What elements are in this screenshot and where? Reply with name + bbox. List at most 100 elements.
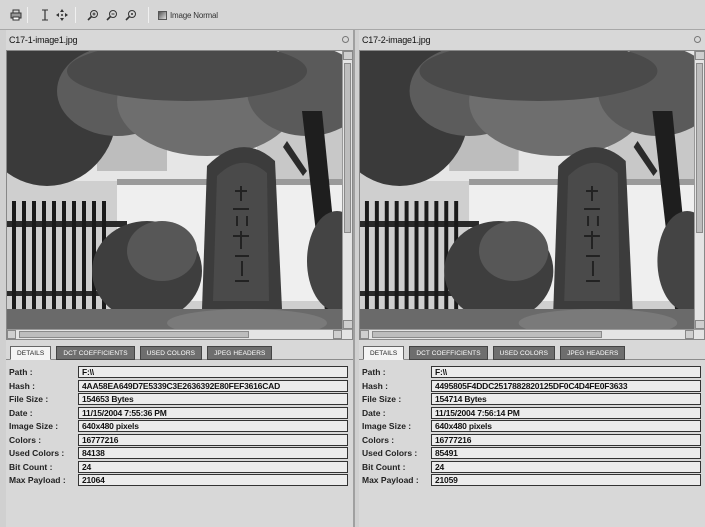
detail-label: Max Payload : — [362, 475, 419, 485]
detail-row-bit-count: Bit Count : 24 — [359, 460, 705, 473]
toolbar: Image Normal — [0, 0, 705, 30]
scroll-left-arrow-icon[interactable] — [360, 330, 369, 339]
left-info-tabs: DETAILS DCT COEFFICIENTS USED COLORS JPE… — [6, 344, 353, 360]
scroll-thumb[interactable] — [344, 63, 351, 233]
scroll-down-arrow-icon[interactable] — [695, 320, 704, 329]
right-horizontal-scrollbar[interactable] — [360, 329, 704, 339]
detail-row-image-size: Image Size : 640x480 pixels — [6, 420, 353, 432]
detail-row-date: Date : 11/15/2004 7:56:14 PM — [359, 406, 705, 419]
left-panel-filename: C17-1-image1.jpg — [9, 35, 78, 45]
image-compare-window: Image Normal C17-1-image1.jpg DETAILS DC… — [0, 0, 705, 527]
right-panel-title-bar: C17-2-image1.jpg — [359, 30, 705, 50]
detail-value: 21064 — [78, 474, 348, 486]
scroll-left-arrow-icon[interactable] — [7, 330, 16, 339]
detail-label: Used Colors : — [9, 448, 65, 458]
detail-label: File Size : — [9, 394, 49, 404]
detail-row-used-colors: Used Colors : 85491 — [359, 447, 705, 459]
detail-value: 154653 Bytes — [78, 393, 348, 405]
pin-icon[interactable] — [342, 36, 349, 43]
detail-value: 24 — [78, 460, 348, 473]
zoom-reset-icon[interactable] — [124, 9, 137, 21]
detail-label: Used Colors : — [362, 448, 418, 458]
right-image-viewer[interactable] — [359, 50, 705, 340]
detail-label: Path : — [362, 367, 386, 377]
detail-label: Date : — [362, 407, 386, 418]
tab-details[interactable]: DETAILS — [10, 346, 52, 360]
detail-label: Bit Count : — [362, 461, 406, 472]
scroll-thumb[interactable] — [372, 331, 602, 338]
detail-label: Image Size : — [9, 421, 59, 431]
detail-row-used-colors: Used Colors : 84138 — [6, 447, 353, 459]
pin-icon[interactable] — [694, 36, 701, 43]
detail-label: Bit Count : — [9, 461, 53, 472]
scroll-down-arrow-icon[interactable] — [343, 320, 352, 329]
detail-row-colors: Colors : 16777216 — [6, 433, 353, 446]
tab-jpeg-headers[interactable]: JPEG HEADERS — [560, 346, 626, 360]
print-icon[interactable] — [9, 9, 22, 21]
tab-used-colors[interactable]: USED COLORS — [492, 346, 556, 360]
detail-value: 154714 Bytes — [431, 393, 701, 405]
detail-row-path: Path : F:\\ — [6, 366, 353, 378]
detail-value: F:\\ — [431, 366, 701, 378]
detail-value: 4AA58EA649D7E5339C3E2636392E80FEF3616CAD — [78, 379, 348, 392]
detail-value: 85491 — [431, 447, 701, 459]
detail-row-max-payload: Max Payload : 21064 — [6, 474, 353, 486]
toolbar-separator — [148, 7, 149, 23]
detail-value: 640x480 pixels — [431, 420, 701, 432]
detail-value: 21059 — [431, 474, 701, 486]
left-image-panel: C17-1-image1.jpg DETAILS DCT COEFFICIENT… — [6, 30, 355, 527]
move-icon[interactable] — [55, 9, 68, 21]
detail-value: 640x480 pixels — [78, 420, 348, 432]
scroll-up-arrow-icon[interactable] — [343, 51, 352, 60]
tab-dct-coefficients[interactable]: DCT COEFFICIENTS — [56, 346, 135, 360]
left-vertical-scrollbar[interactable] — [342, 51, 352, 339]
detail-value: 11/15/2004 7:55:36 PM — [78, 406, 348, 419]
right-panel-filename: C17-2-image1.jpg — [362, 35, 431, 45]
detail-row-path: Path : F:\\ — [359, 366, 705, 378]
detail-row-date: Date : 11/15/2004 7:55:36 PM — [6, 406, 353, 419]
left-horizontal-scrollbar[interactable] — [7, 329, 352, 339]
zoom-in-icon[interactable] — [86, 9, 99, 21]
scroll-right-arrow-icon[interactable] — [333, 330, 342, 339]
detail-row-max-payload: Max Payload : 21059 — [359, 474, 705, 486]
tab-used-colors[interactable]: USED COLORS — [139, 346, 203, 360]
detail-label: Colors : — [9, 434, 42, 445]
scroll-thumb[interactable] — [19, 331, 249, 338]
left-panel-title-bar: C17-1-image1.jpg — [6, 30, 353, 50]
detail-label: Hash : — [362, 380, 388, 391]
detail-value: F:\\ — [78, 366, 348, 378]
detail-row-image-size: Image Size : 640x480 pixels — [359, 420, 705, 432]
scroll-right-arrow-icon[interactable] — [685, 330, 694, 339]
detail-row-file-size: File Size : 154653 Bytes — [6, 393, 353, 405]
image-mode-icon — [158, 10, 167, 20]
right-vertical-scrollbar[interactable] — [694, 51, 704, 339]
detail-value: 24 — [431, 460, 701, 473]
detail-value: 16777216 — [431, 433, 701, 446]
left-photo — [7, 51, 352, 339]
detail-row-colors: Colors : 16777216 — [359, 433, 705, 446]
detail-label: Date : — [9, 407, 33, 418]
zoom-out-icon[interactable] — [105, 9, 118, 21]
right-info-tabs: DETAILS DCT COEFFICIENTS USED COLORS JPE… — [359, 344, 705, 360]
detail-label: File Size : — [362, 394, 402, 404]
tab-details[interactable]: DETAILS — [363, 346, 405, 360]
toolbar-separator — [27, 7, 28, 23]
detail-row-file-size: File Size : 154714 Bytes — [359, 393, 705, 405]
image-mode-label: Image Normal — [170, 10, 218, 20]
left-image-viewer[interactable] — [6, 50, 353, 340]
detail-value: 16777216 — [78, 433, 348, 446]
left-details-list: Path : F:\\ Hash : 4AA58EA649D7E5339C3E263… — [6, 366, 353, 488]
detail-value: 84138 — [78, 447, 348, 459]
tab-dct-coefficients[interactable]: DCT COEFFICIENTS — [409, 346, 488, 360]
detail-label: Colors : — [362, 434, 395, 445]
scroll-up-arrow-icon[interactable] — [695, 51, 704, 60]
image-mode-button[interactable]: Image Normal — [158, 9, 218, 21]
detail-label: Max Payload : — [9, 475, 66, 485]
detail-row-hash: Hash : 4AA58EA649D7E5339C3E2636392E80FEF3… — [6, 379, 353, 392]
detail-value: 11/15/2004 7:56:14 PM — [431, 406, 701, 419]
fit-icon[interactable] — [38, 9, 51, 21]
scroll-thumb[interactable] — [696, 63, 703, 233]
tab-jpeg-headers[interactable]: JPEG HEADERS — [207, 346, 273, 360]
toolbar-separator — [75, 7, 76, 23]
detail-value: 4495805F4DDC2517882820125DF0C4D4FE0F3633 — [431, 379, 701, 392]
